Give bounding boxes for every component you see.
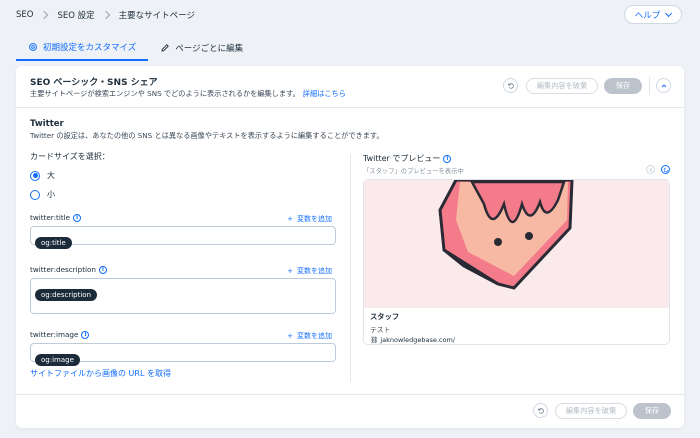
field-label: twitter:title xyxy=(30,213,71,222)
help-button[interactable]: ヘルプ xyxy=(624,5,682,24)
seo-settings-card: SEO ベーシック・SNS シェア 主要サイトページが検索エンジンや SNS で… xyxy=(16,66,684,428)
chevron-right-icon xyxy=(40,10,49,20)
add-variable-label: 変数を追加 xyxy=(297,267,332,275)
tab-edit-by-page[interactable]: ページごとに編集 xyxy=(148,35,255,61)
add-variable-button[interactable]: + 変数を追加 xyxy=(287,214,336,224)
breadcrumb-item-main-pages: 主要なサイトページ xyxy=(118,11,195,21)
card-size-label: カードサイズを選択： xyxy=(30,152,110,161)
variable-tag: og:description xyxy=(35,289,98,301)
radio-icon[interactable] xyxy=(30,189,40,200)
preview-title: Twitter でプレビュー xyxy=(363,154,441,163)
discard-changes-button-footer[interactable]: 編集内容を破棄 xyxy=(555,403,627,419)
preview-description: テスト xyxy=(370,326,391,334)
twitter-description-field: twitter:description i + 変数を追加 og:descripti… xyxy=(30,265,336,314)
divider xyxy=(649,77,650,95)
plus-icon: + xyxy=(287,215,293,223)
card-title: SEO ベーシック・SNS シェア xyxy=(30,78,158,88)
discard-changes-button[interactable]: 編集内容を破棄 xyxy=(526,78,598,94)
section-description: Twitter の設定は、あなたの他の SNS とは異なる画像やテキストを表示す… xyxy=(30,131,384,140)
add-variable-button[interactable]: + 変数を追加 xyxy=(287,331,336,341)
undo-icon xyxy=(537,407,544,414)
previous-icon[interactable] xyxy=(646,165,655,174)
field-label: twitter:description xyxy=(30,265,96,274)
twitter-settings-form: カードサイズを選択： 大 小 twitter:title i + 変数を追加 og:… xyxy=(30,151,350,378)
tabs: 初期設定をカスタマイズ ページごとに編集 xyxy=(16,35,255,61)
info-icon[interactable]: i xyxy=(81,330,90,339)
save-button-footer[interactable]: 保存 xyxy=(633,403,671,419)
cake-illustration xyxy=(438,180,574,290)
plus-icon: + xyxy=(287,267,293,275)
footer-divider xyxy=(16,394,684,395)
refresh-icon[interactable] xyxy=(661,165,670,174)
save-button[interactable]: 保存 xyxy=(604,78,642,94)
chevron-up-icon xyxy=(661,83,666,87)
breadcrumb-item-seo-settings[interactable]: SEO 設定 xyxy=(57,9,94,21)
twitter-image-field: twitter:image i + 変数を追加 og:image xyxy=(30,330,336,366)
undo-button[interactable] xyxy=(503,78,518,93)
twitter-preview: Twitter でプレビュー i 「スタッフ」のプレビューを表示中 スタッフ テス… xyxy=(363,153,670,345)
preview-page-name: スタッフ xyxy=(370,312,400,321)
gear-icon xyxy=(29,43,37,51)
breadcrumb-item-seo[interactable]: SEO xyxy=(16,10,33,20)
card-header: SEO ベーシック・SNS シェア 主要サイトページが検索エンジンや SNS で… xyxy=(16,66,684,108)
preview-subtitle: 「スタッフ」のプレビューを表示中 xyxy=(363,168,464,175)
card-subtitle: 主要サイトページが検索エンジンや SNS でどのように表示されるかを編集します。… xyxy=(30,89,346,99)
undo-button-footer[interactable] xyxy=(533,403,548,418)
variable-tag: og:image xyxy=(35,354,80,366)
learn-more-link[interactable]: 詳細はこちら xyxy=(303,89,346,98)
add-variable-label: 変数を追加 xyxy=(297,215,332,223)
add-variable-label: 変数を追加 xyxy=(297,332,332,340)
preview-image xyxy=(364,180,669,308)
plus-icon: + xyxy=(287,332,293,340)
option-label: 大 xyxy=(47,171,55,180)
option-label: 小 xyxy=(47,190,55,199)
preview-url: jaknowledgebase.com/ xyxy=(380,336,455,344)
undo-icon xyxy=(507,82,514,89)
twitter-title-field: twitter:title i + 変数を追加 og:title xyxy=(30,213,336,249)
info-icon[interactable]: i xyxy=(73,213,82,222)
card-size-option-large[interactable]: 大 xyxy=(30,170,350,181)
link-icon: ⛓ xyxy=(370,336,379,344)
variable-tag: og:title xyxy=(35,237,72,249)
card-size-option-small[interactable]: 小 xyxy=(30,189,350,200)
chevron-down-icon xyxy=(665,9,673,17)
column-divider xyxy=(350,154,351,382)
tab-label: 初期設定をカスタマイズ xyxy=(43,43,137,53)
twitter-title-input[interactable]: og:title xyxy=(30,226,336,249)
breadcrumb: SEO SEO 設定 主要なサイトページ ヘルプ xyxy=(0,0,700,30)
get-image-url-link[interactable]: サイトファイルから画像の URL を取得 xyxy=(30,368,171,379)
preview-card: スタッフ テスト ⛓ jaknowledgebase.com/ xyxy=(363,179,670,345)
add-variable-button[interactable]: + 変数を追加 xyxy=(287,266,336,276)
info-icon[interactable]: i xyxy=(443,154,452,163)
section-title: Twitter xyxy=(30,119,64,129)
help-button-label: ヘルプ xyxy=(634,10,661,21)
chevron-right-icon xyxy=(101,10,110,20)
tab-customize-defaults[interactable]: 初期設定をカスタマイズ xyxy=(16,35,149,61)
info-icon[interactable]: i xyxy=(98,265,107,274)
pencil-icon xyxy=(161,44,170,52)
collapse-button[interactable] xyxy=(656,78,671,93)
radio-selected-icon[interactable] xyxy=(30,170,40,181)
tab-label: ページごとに編集 xyxy=(175,44,244,54)
twitter-image-input[interactable]: og:image xyxy=(30,343,336,366)
field-label: twitter:image xyxy=(30,330,79,339)
twitter-description-input[interactable]: og:description xyxy=(30,278,336,314)
card-subtitle-text: 主要サイトページが検索エンジンや SNS でどのように表示されるかを編集します。 xyxy=(30,89,300,98)
